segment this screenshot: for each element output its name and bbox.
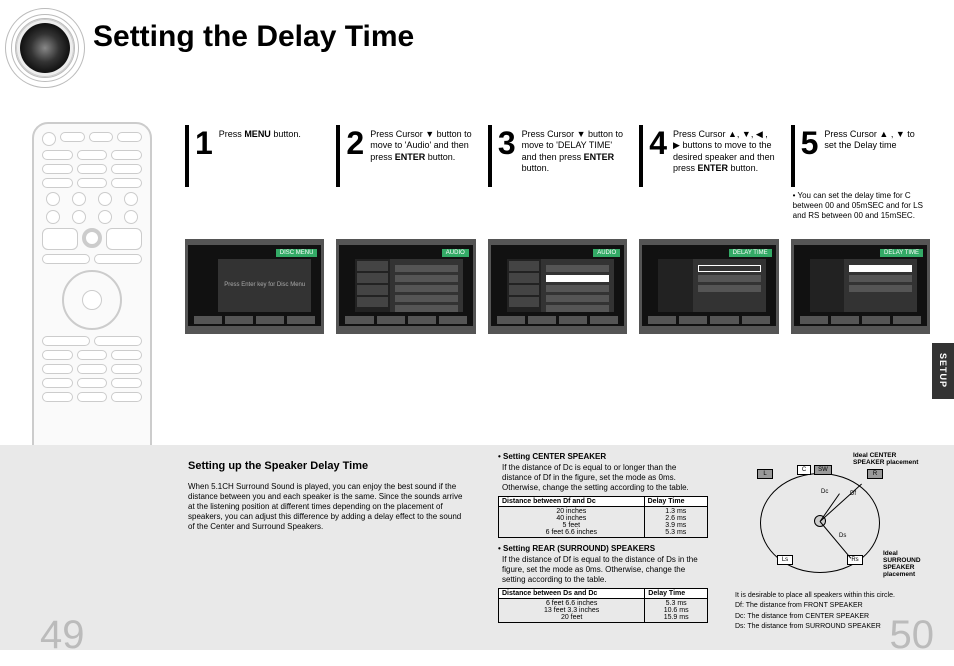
step-number: 1 — [195, 129, 215, 158]
steps-row: 1Press MENU button.2Press Cursor ▼ butto… — [185, 125, 930, 223]
step-note — [336, 187, 475, 221]
step-note — [185, 187, 324, 221]
step-text: Press Cursor ▼ button to move to 'Audio'… — [370, 129, 472, 163]
tv-topbar: AUDIO — [593, 249, 620, 257]
dist-ds: Ds — [839, 533, 846, 539]
section-label: • Setting REAR (SURROUND) SPEAKERS — [498, 544, 708, 553]
lower-right-section: L C SW R Ls Rs Dc Df Ds Ideal CENTER SPE… — [735, 455, 930, 632]
lower-left-heading: Setting up the Speaker Delay Time — [188, 460, 468, 472]
legend-df: Df: The distance from FRONT SPEAKER — [735, 602, 930, 610]
section-label: • Setting CENTER SPEAKER — [498, 452, 708, 461]
screenshot-step-2: AUDIO — [336, 239, 475, 334]
delay-table: Distance between Df and DcDelay Time20 i… — [498, 496, 708, 538]
screenshot-step-3: AUDIO — [488, 239, 627, 334]
dist-df: Df — [850, 491, 856, 497]
step-2: 2Press Cursor ▼ button to move to 'Audio… — [336, 125, 475, 223]
table-header: Distance between Df and Dc — [499, 497, 645, 507]
table-header: Delay Time — [645, 589, 708, 599]
speaker-l: L — [757, 469, 773, 479]
step-note: • You can set the delay time for C betwe… — [791, 187, 930, 223]
speaker-ls: Ls — [777, 555, 793, 565]
lower-left-para: When 5.1CH Surround Sound is played, you… — [188, 482, 468, 532]
dist-dc: Dc — [821, 489, 828, 495]
step-number: 2 — [346, 129, 366, 158]
step-text: Press Cursor ▲ , ▼ to set the Delay time — [824, 129, 926, 152]
table-cell: 1.3 ms2.6 ms3.9 ms5.3 ms — [644, 507, 707, 538]
tv-topbar: DISC MENU — [276, 249, 318, 257]
table-cell: 20 inches40 inches5 feet6 feet 6.6 inche… — [499, 507, 645, 538]
speaker-graphic-icon — [5, 8, 85, 88]
step-number: 5 — [801, 129, 821, 158]
screenshot-step-1: DISC MENUPress Enter key for Disc Menu — [185, 239, 324, 334]
page-number-right: 50 — [890, 613, 935, 658]
tv-topbar: DELAY TIME — [729, 249, 772, 257]
label-surround-placement: Ideal SURROUND SPEAKER placement — [883, 550, 935, 579]
section-rear-speakers: • Setting REAR (SURROUND) SPEAKERS If the… — [498, 544, 708, 623]
step-4: 4Press Cursor ▲, ▼, ◀ , ▶ buttons to mov… — [639, 125, 778, 223]
step-note — [639, 187, 778, 221]
page-title: Setting the Delay Time — [93, 20, 414, 54]
step-1: 1 Press MENU button. — [185, 125, 324, 223]
section-center-speaker: • Setting CENTER SPEAKER If the distance … — [498, 452, 708, 538]
lower-left-section: Setting up the Speaker Delay Time When 5… — [188, 460, 468, 532]
screenshot-step-4: DELAY TIME — [639, 239, 778, 334]
page-number-left: 49 — [40, 613, 85, 658]
step-text: Press Cursor ▲, ▼, ◀ , ▶ buttons to move… — [673, 129, 775, 174]
table-cell: 5.3 ms10.6 ms15.9 ms — [645, 599, 708, 623]
placement-diagram: L C SW R Ls Rs Dc Df Ds Ideal CENTER SPE… — [735, 455, 925, 590]
step-5: 5Press Cursor ▲ , ▼ to set the Delay tim… — [791, 125, 930, 223]
table-header: Distance between Ds and Dc — [499, 589, 645, 599]
speaker-r: R — [867, 469, 883, 479]
placement-circle-note: It is desirable to place all speakers wi… — [735, 592, 930, 600]
lower-mid-section: • Setting CENTER SPEAKER If the distance … — [498, 452, 708, 629]
step-number: 4 — [649, 129, 669, 158]
step-3: 3Press Cursor ▼ button to move to 'DELAY… — [488, 125, 627, 223]
step-number: 3 — [498, 129, 518, 158]
label-center-placement: Ideal CENTER SPEAKER placement — [853, 452, 929, 466]
speaker-sw: SW — [814, 465, 832, 475]
remote-illustration — [32, 122, 152, 492]
step-note — [488, 187, 627, 221]
step-text: Press MENU button. — [219, 129, 301, 140]
setup-tab: SETUP — [932, 343, 954, 399]
speaker-c: C — [797, 465, 811, 475]
step-text: Press Cursor ▼ button to move to 'DELAY … — [522, 129, 624, 174]
screenshot-step-5: DELAY TIME — [791, 239, 930, 334]
section-para: If the distance of Df is equal to the di… — [502, 555, 708, 585]
tv-topbar: DELAY TIME — [880, 249, 923, 257]
table-cell: 6 feet 6.6 inches13 feet 3.3 inches20 fe… — [499, 599, 645, 623]
tv-topbar: AUDIO — [442, 249, 469, 257]
delay-table: Distance between Ds and DcDelay Time6 fe… — [498, 588, 708, 623]
section-para: If the distance of Dc is equal to or lon… — [502, 463, 708, 493]
screens-row: DISC MENUPress Enter key for Disc Menu AU… — [185, 239, 930, 334]
table-header: Delay Time — [644, 497, 707, 507]
